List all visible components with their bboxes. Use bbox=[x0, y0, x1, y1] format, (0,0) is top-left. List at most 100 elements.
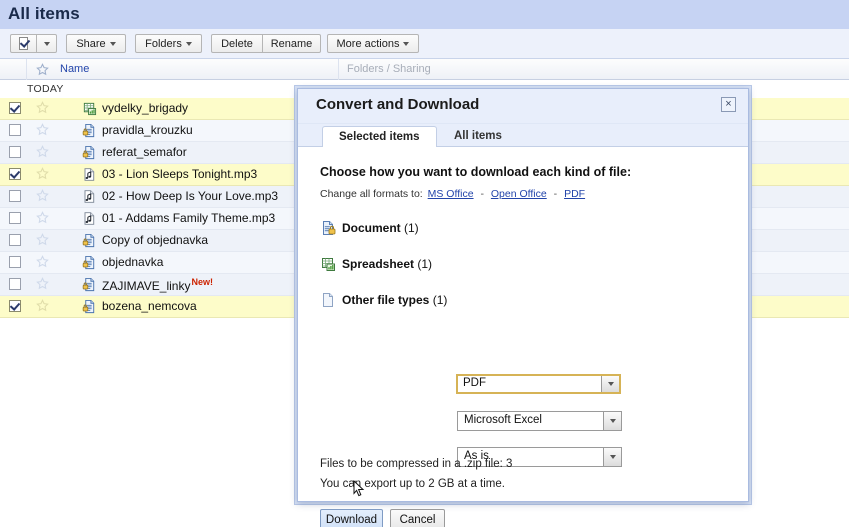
tab-selected-items-label: Selected items bbox=[339, 131, 420, 143]
rename-label: Rename bbox=[270, 37, 313, 50]
format-row-other-label: Other file types (1) bbox=[342, 293, 447, 307]
star-icon[interactable] bbox=[36, 145, 49, 158]
more-actions-label: More actions bbox=[336, 37, 400, 50]
page-titlebar: All items bbox=[0, 0, 849, 29]
mouse-cursor bbox=[353, 479, 365, 498]
document-icon bbox=[82, 277, 97, 292]
file-icon bbox=[320, 292, 336, 308]
label-text: Spreadsheet bbox=[342, 257, 415, 271]
dialog-heading: Choose how you want to download each kin… bbox=[320, 165, 632, 179]
document-icon bbox=[82, 233, 97, 248]
label-text: Document bbox=[342, 221, 401, 235]
select-all-dropdown[interactable] bbox=[37, 34, 57, 53]
chevron-down-icon bbox=[109, 41, 116, 46]
chevron-down-icon bbox=[403, 41, 410, 46]
format-row-spreadsheet-label: Spreadsheet (1) bbox=[342, 257, 432, 271]
row-filename: ZAJIMAVE_linkyNew! bbox=[102, 277, 213, 293]
star-icon[interactable] bbox=[36, 101, 49, 114]
cancel-button[interactable]: Cancel bbox=[390, 509, 445, 527]
folders-label: Folders bbox=[145, 37, 182, 50]
star-icon[interactable] bbox=[36, 123, 49, 136]
column-divider bbox=[26, 59, 27, 80]
row-filename: Copy of objednavka bbox=[102, 233, 209, 247]
row-checkbox[interactable] bbox=[9, 190, 21, 202]
star-icon[interactable] bbox=[36, 211, 49, 224]
row-filename: 01 - Addams Family Theme.mp3 bbox=[102, 211, 276, 225]
select-all-group[interactable] bbox=[10, 34, 57, 53]
delete-button[interactable]: Delete bbox=[211, 34, 263, 53]
label-count: (1) bbox=[404, 221, 419, 235]
row-checkbox[interactable] bbox=[9, 124, 21, 136]
chevron-down-icon[interactable] bbox=[603, 448, 621, 466]
star-icon[interactable] bbox=[36, 277, 49, 290]
download-label: Download bbox=[325, 514, 378, 526]
row-checkbox[interactable] bbox=[9, 212, 21, 224]
share-button[interactable]: Share bbox=[66, 34, 126, 53]
toolbar: Share Folders Delete Rename More actions bbox=[0, 29, 849, 59]
row-filename: vydelky_brigady bbox=[102, 101, 189, 115]
link-open-office[interactable]: Open Office bbox=[491, 188, 547, 200]
column-header: Name Folders / Sharing bbox=[0, 59, 849, 80]
convert-download-dialog: Convert and Download × Selected items Al… bbox=[297, 88, 749, 527]
rename-button[interactable]: Rename bbox=[263, 34, 321, 53]
dialog-body: Choose how you want to download each kin… bbox=[298, 147, 748, 527]
row-filename: objednavka bbox=[102, 255, 164, 269]
row-filename: 02 - How Deep Is Your Love.mp3 bbox=[102, 189, 279, 203]
zip-note: Files to be compressed in a .zip file: 3 bbox=[320, 458, 513, 470]
row-checkbox[interactable] bbox=[9, 300, 21, 312]
separator: - bbox=[480, 188, 484, 200]
tab-selected-items[interactable]: Selected items bbox=[322, 126, 437, 148]
close-icon[interactable]: × bbox=[721, 97, 736, 112]
document-icon bbox=[82, 255, 97, 270]
star-icon[interactable] bbox=[36, 167, 49, 180]
dialog-header: Convert and Download × bbox=[298, 89, 748, 124]
label-text: Other file types bbox=[342, 293, 430, 307]
audio-icon bbox=[82, 189, 97, 204]
link-pdf[interactable]: PDF bbox=[564, 188, 585, 200]
row-filename: bozena_nemcova bbox=[102, 299, 197, 313]
star-icon[interactable] bbox=[36, 233, 49, 246]
app-root: All items Share Folders Delete Rename Mo… bbox=[0, 0, 849, 527]
row-checkbox[interactable] bbox=[9, 146, 21, 158]
row-checkbox[interactable] bbox=[9, 256, 21, 268]
new-badge: New! bbox=[191, 277, 213, 287]
star-icon[interactable] bbox=[36, 255, 49, 268]
link-ms-office[interactable]: MS Office bbox=[428, 188, 474, 200]
column-header-folders-sharing: Folders / Sharing bbox=[347, 63, 431, 75]
more-actions-button[interactable]: More actions bbox=[327, 34, 419, 53]
document-format-select[interactable]: PDF bbox=[456, 374, 621, 394]
star-icon[interactable] bbox=[36, 299, 49, 312]
row-filename: pravidla_krouzku bbox=[102, 123, 193, 137]
delete-rename-group: Delete Rename bbox=[211, 34, 321, 53]
audio-icon bbox=[82, 211, 97, 226]
label-count: (1) bbox=[432, 293, 448, 307]
spreadsheet-format-select[interactable]: Microsoft Excel bbox=[457, 411, 622, 431]
row-checkbox[interactable] bbox=[9, 168, 21, 180]
checkbox-icon bbox=[19, 37, 28, 50]
column-header-name[interactable]: Name bbox=[60, 63, 89, 75]
row-checkbox[interactable] bbox=[9, 102, 21, 114]
change-all-formats-row: Change all formats to: MS Office - Open … bbox=[320, 188, 587, 200]
share-label: Share bbox=[76, 37, 106, 50]
export-limit-note: You can export up to 2 GB at a time. bbox=[320, 478, 505, 490]
row-checkbox[interactable] bbox=[9, 234, 21, 246]
chevron-down-icon bbox=[185, 41, 192, 46]
chevron-down-icon[interactable] bbox=[603, 412, 621, 430]
row-checkbox[interactable] bbox=[9, 278, 21, 290]
document-format-value: PDF bbox=[463, 377, 486, 389]
chevron-down-icon bbox=[43, 41, 50, 46]
change-all-formats-label: Change all formats to: bbox=[320, 188, 423, 200]
star-icon[interactable] bbox=[36, 189, 49, 202]
row-filename: referat_semafor bbox=[102, 145, 187, 159]
select-all-checkbox[interactable] bbox=[10, 34, 37, 53]
chevron-down-icon[interactable] bbox=[601, 376, 619, 392]
star-column-icon[interactable] bbox=[36, 63, 49, 79]
folders-button[interactable]: Folders bbox=[135, 34, 202, 53]
separator: - bbox=[553, 188, 558, 200]
download-button[interactable]: Download bbox=[320, 509, 383, 527]
label-count: (1) bbox=[417, 257, 433, 271]
cancel-label: Cancel bbox=[399, 514, 436, 526]
audio-icon bbox=[82, 167, 97, 182]
tab-all-items[interactable]: All items bbox=[438, 126, 518, 147]
document-icon bbox=[82, 145, 97, 160]
